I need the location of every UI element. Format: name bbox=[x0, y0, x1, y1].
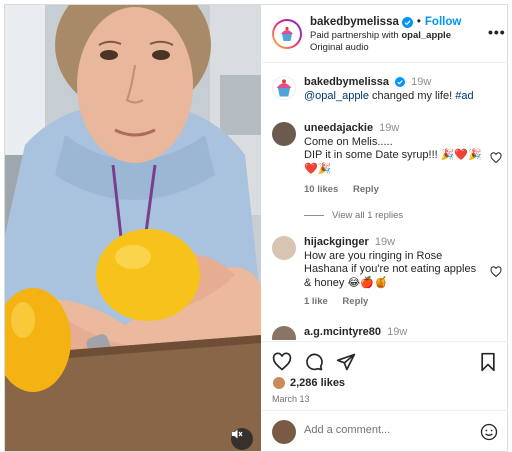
verified-icon bbox=[401, 16, 413, 28]
add-comment-bar bbox=[262, 410, 508, 451]
video-frame bbox=[5, 5, 261, 451]
comment-time: 19w bbox=[374, 236, 396, 248]
emoji-icon[interactable] bbox=[480, 423, 498, 441]
partnership-line: Paid partnership with opal_apple bbox=[310, 30, 480, 41]
comment-likes[interactable]: 10 likes bbox=[304, 184, 338, 195]
post-sidebar: bakedbymelissa • Follow Paid partnership… bbox=[262, 5, 508, 451]
comment-time: 19w bbox=[387, 326, 408, 338]
commenter-avatar[interactable] bbox=[272, 236, 296, 260]
post-date: March 13 bbox=[272, 394, 310, 404]
caption-avatar[interactable] bbox=[272, 76, 296, 100]
comment-likes[interactable]: 1 like bbox=[304, 296, 328, 307]
author-avatar[interactable] bbox=[272, 19, 302, 49]
post-header: bakedbymelissa • Follow Paid partnership… bbox=[262, 5, 508, 63]
action-bar: 2,286 likes March 13 bbox=[262, 341, 508, 409]
commenter-avatar[interactable] bbox=[272, 326, 296, 340]
commenter-username[interactable]: hijackginger bbox=[304, 236, 369, 248]
comment-text: How are you ringing in Rose Hashana if y… bbox=[304, 249, 477, 289]
replies-divider bbox=[304, 215, 324, 216]
heart-icon[interactable] bbox=[490, 152, 502, 164]
commenter-avatar[interactable] bbox=[272, 122, 296, 146]
caption-time: 19w bbox=[411, 76, 432, 88]
comment-icon[interactable] bbox=[304, 352, 324, 372]
caption-mention[interactable]: @opal_apple bbox=[304, 90, 369, 102]
separator-dot: • bbox=[416, 16, 421, 28]
comment-text: Come on Melis..... DIP it in some Date s… bbox=[304, 135, 482, 175]
post-frame: bakedbymelissa • Follow Paid partnership… bbox=[4, 4, 508, 452]
mute-button[interactable] bbox=[231, 428, 253, 450]
caption-username[interactable]: bakedbymelissa bbox=[304, 76, 389, 88]
commenter-username[interactable]: a.g.mcintyre80 bbox=[304, 326, 381, 338]
partner-link[interactable]: opal_apple bbox=[401, 30, 451, 41]
reply-button[interactable]: Reply bbox=[342, 296, 368, 307]
caption-text: changed my life! bbox=[369, 89, 456, 102]
likes-count[interactable]: 2,286 likes bbox=[290, 377, 345, 389]
partnership-prefix: Paid partnership with bbox=[310, 30, 402, 41]
cupcake-icon bbox=[276, 79, 292, 97]
cupcake-icon bbox=[281, 26, 293, 41]
audio-link[interactable]: Original audio bbox=[310, 42, 480, 53]
commenter-username[interactable]: uneedajackie bbox=[304, 122, 373, 134]
author-username[interactable]: bakedbymelissa bbox=[310, 16, 399, 28]
more-icon[interactable]: ••• bbox=[488, 25, 505, 41]
view-replies-label: View all 1 replies bbox=[332, 210, 404, 221]
likes-row[interactable]: 2,286 likes bbox=[272, 376, 345, 390]
comment-time: 19w bbox=[379, 122, 400, 134]
share-icon[interactable] bbox=[336, 352, 356, 372]
bookmark-icon[interactable] bbox=[478, 352, 498, 372]
reply-button[interactable]: Reply bbox=[353, 184, 379, 195]
caption-hashtag[interactable]: #ad bbox=[455, 90, 473, 102]
current-user-avatar bbox=[272, 420, 296, 444]
heart-icon[interactable] bbox=[272, 352, 292, 372]
follow-button[interactable]: Follow bbox=[425, 16, 461, 28]
video-player[interactable] bbox=[5, 5, 261, 451]
view-replies-button[interactable]: View all 1 replies bbox=[304, 210, 403, 221]
mute-icon bbox=[232, 429, 243, 439]
comment-input[interactable] bbox=[304, 424, 464, 436]
heart-icon[interactable] bbox=[490, 266, 502, 278]
comments-list[interactable]: bakedbymelissa 19w @opal_apple changed m… bbox=[262, 64, 508, 340]
verified-icon bbox=[395, 77, 406, 88]
liker-avatar bbox=[272, 376, 286, 390]
